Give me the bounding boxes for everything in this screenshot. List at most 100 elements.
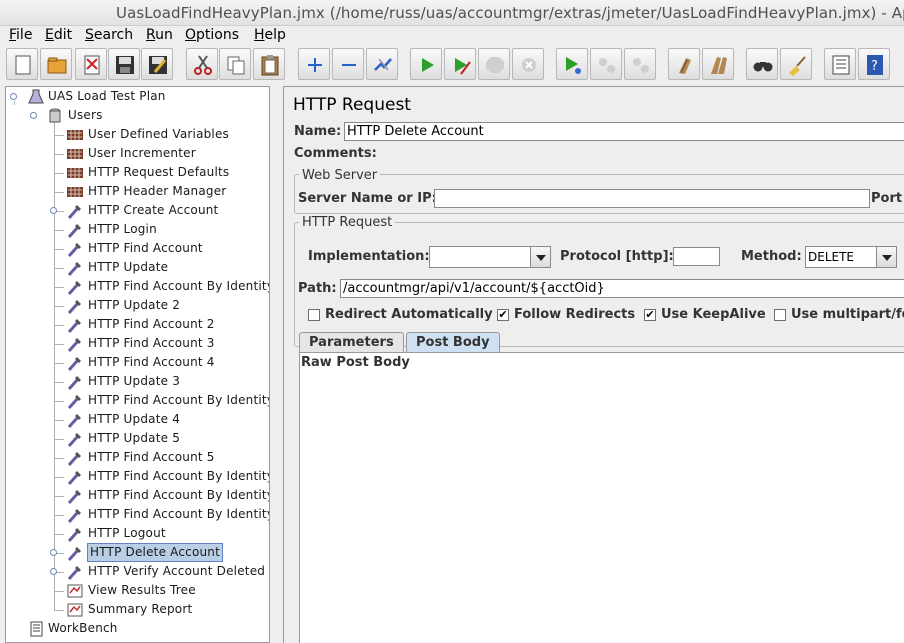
chevron-down-icon[interactable] — [530, 247, 550, 267]
new-button[interactable] — [6, 48, 38, 80]
pipette-icon — [67, 300, 81, 315]
redirect-automatically-checkbox[interactable] — [308, 309, 320, 321]
chevron-down-icon[interactable] — [876, 247, 896, 267]
test-plan-tree[interactable]: UAS Load Test Plan Users User Defined Va… — [5, 86, 270, 643]
tree-connector — [54, 344, 64, 345]
save-button[interactable] — [108, 48, 140, 80]
expand-handle[interactable] — [30, 112, 37, 119]
clear-all-button[interactable] — [702, 48, 734, 80]
open-button[interactable] — [40, 48, 72, 80]
remote-stop-button[interactable] — [590, 48, 622, 80]
save-as-button[interactable] — [141, 48, 173, 80]
copy-button[interactable] — [219, 48, 251, 80]
paste-button[interactable] — [253, 48, 285, 80]
remote-shutdown-button[interactable] — [624, 48, 656, 80]
config-element-icon — [67, 149, 83, 159]
window-title: UasLoadFindHeavyPlan.jmx (/home/russ/uas… — [116, 4, 904, 22]
expand-handle[interactable] — [50, 568, 57, 575]
toolbar: ? — [0, 44, 904, 84]
start-no-pauses-button[interactable] — [444, 48, 476, 80]
tab-parameters[interactable]: Parameters — [299, 332, 404, 353]
tree-connector — [54, 477, 64, 478]
follow-redirects-checkbox[interactable]: ✔ — [497, 309, 509, 321]
pipette-icon — [67, 243, 81, 258]
menu-options[interactable]: Options — [185, 26, 239, 44]
clear-button[interactable] — [668, 48, 700, 80]
tree-label: HTTP Header Manager — [88, 184, 227, 198]
tree-label: HTTP Find Account By Identity 3 — [88, 469, 270, 483]
remote-start-button[interactable] — [556, 48, 588, 80]
tree-label-root: UAS Load Test Plan — [48, 89, 166, 103]
remove-icon — [342, 64, 356, 66]
tree-label: HTTP Delete Account — [87, 543, 224, 562]
close-file-button[interactable] — [75, 48, 107, 80]
redirect-automatically-label: Redirect Automatically — [325, 307, 493, 322]
menu-file[interactable]: File — [9, 26, 32, 44]
tree-connector — [54, 325, 64, 326]
comments-field[interactable] — [372, 143, 904, 163]
tree-label: HTTP Login — [88, 222, 157, 236]
post-body-area[interactable]: Raw Post Body — [299, 352, 904, 643]
help-button[interactable]: ? — [858, 48, 890, 80]
search-button[interactable] — [746, 48, 778, 80]
toggle-button[interactable] — [366, 48, 398, 80]
tree-connector — [54, 135, 64, 136]
http-request-legend: HTTP Request — [299, 215, 396, 230]
shutdown-button[interactable] — [512, 48, 544, 80]
title-bar: UasLoadFindHeavyPlan.jmx (/home/russ/uas… — [0, 0, 904, 26]
comments-label: Comments: — [294, 146, 377, 161]
use-multipart-checkbox[interactable] — [774, 309, 786, 321]
split-pane-divider[interactable] — [271, 84, 281, 643]
reset-search-button[interactable] — [780, 48, 812, 80]
name-field[interactable]: HTTP Delete Account — [344, 122, 904, 141]
tree-label: HTTP Verify Account Deleted — [88, 564, 266, 578]
implementation-select[interactable] — [429, 246, 551, 268]
menu-run[interactable]: Run — [146, 26, 173, 44]
menu-help[interactable]: Help — [254, 26, 286, 44]
server-field[interactable] — [434, 189, 870, 208]
menu-bar: File Edit Search Run Options Help — [0, 26, 904, 44]
tree-connector — [54, 268, 64, 269]
pipette-icon — [67, 566, 81, 581]
menu-edit[interactable]: Edit — [45, 26, 72, 44]
test-plan-icon — [28, 89, 44, 104]
path-field[interactable]: /accountmgr/api/v1/account/${acctOid} — [340, 279, 904, 298]
pipette-icon — [67, 281, 81, 296]
pipette-icon — [67, 224, 81, 239]
tree-connector — [54, 117, 55, 610]
tree-label-workbench: WorkBench — [48, 621, 118, 635]
pipette-icon — [67, 414, 81, 429]
tree-label: HTTP Find Account By Identity 5 — [88, 507, 270, 521]
expand-handle[interactable] — [50, 549, 57, 556]
tree-connector — [54, 534, 64, 535]
svg-text:?: ? — [871, 59, 878, 74]
use-keepalive-checkbox[interactable]: ✔ — [644, 309, 656, 321]
raw-post-body-editor[interactable] — [301, 373, 904, 643]
stop-button[interactable] — [478, 48, 510, 80]
tab-post-body[interactable]: Post Body — [406, 332, 500, 353]
tree-label: HTTP Update 3 — [88, 374, 181, 388]
pipette-icon — [67, 338, 81, 353]
menu-search[interactable]: Search — [85, 26, 133, 44]
method-select[interactable]: DELETE — [805, 246, 897, 268]
pipette-icon — [67, 319, 81, 334]
tree-label: HTTP Update 4 — [88, 412, 181, 426]
add-button[interactable] — [298, 48, 330, 80]
workbench-icon — [30, 621, 43, 637]
raw-post-body-label: Raw Post Body — [301, 355, 410, 370]
remote-shutdown-icon — [633, 58, 649, 73]
tree-label: Summary Report — [88, 602, 193, 616]
function-helper-button[interactable] — [824, 48, 856, 80]
expand-handle[interactable] — [10, 93, 17, 100]
expand-handle[interactable] — [50, 207, 57, 214]
protocol-field[interactable] — [673, 247, 720, 266]
tree-label: HTTP Find Account By Identity 2 — [88, 393, 270, 407]
cut-button[interactable] — [186, 48, 218, 80]
remove-button[interactable] — [332, 48, 364, 80]
start-button[interactable] — [410, 48, 442, 80]
pipette-icon — [67, 376, 81, 391]
tree-connector — [54, 439, 64, 440]
tree-connector — [54, 154, 64, 155]
use-multipart-label: Use multipart/fo — [791, 307, 904, 322]
tree-label: User Incrementer — [88, 146, 196, 160]
